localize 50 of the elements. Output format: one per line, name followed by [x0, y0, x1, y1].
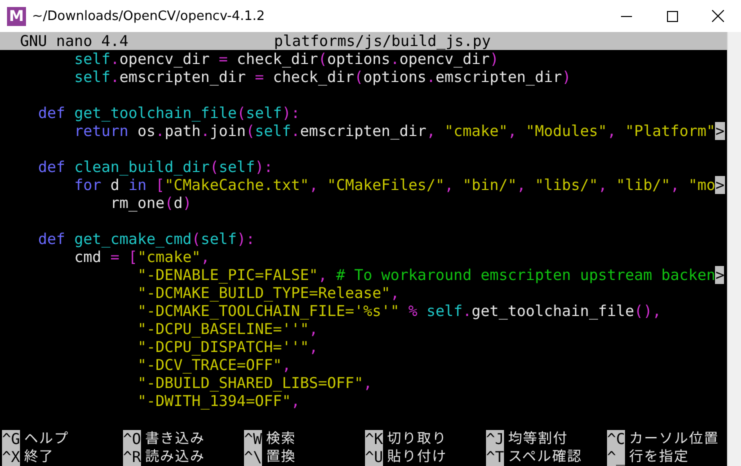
shortcut-key[interactable]: ^C — [607, 430, 626, 448]
code-line: def get_toolchain_file(self): — [37, 104, 300, 122]
code-line: "-DCPU_BASELINE=''", — [136, 320, 318, 338]
shortcut-label: 切り取り — [387, 430, 448, 448]
code-line: "-DCPU_DISPATCH=''", — [136, 338, 318, 356]
shortcut-key[interactable]: ^T — [486, 448, 504, 466]
shortcut-label: 終了 — [24, 448, 54, 466]
close-icon — [712, 10, 724, 22]
code-line: rm_one(d) — [109, 194, 192, 212]
shortcut-key[interactable]: ^\ — [244, 448, 262, 466]
shortcut-label: カーソル位置 — [629, 430, 720, 448]
overflow-marker: > — [715, 266, 724, 284]
app-version: GNU nano 4.4 — [19, 32, 130, 50]
code-line: "-DBUILD_SHARED_LIBS=OFF", — [136, 374, 372, 392]
window-title: ~/Downloads/OpenCV/opencv-4.1.2 — [32, 8, 266, 24]
shortcut-label: 検索 — [266, 430, 296, 448]
shortcut-key[interactable]: ^_ — [607, 448, 626, 466]
code-line: def get_cmake_cmd(self): — [37, 230, 255, 248]
code-line: "-DCMAKE_TOOLCHAIN_FILE='%s'" % self.get_toolchain_file(), — [136, 302, 662, 320]
code-line: "-DENABLE_PIC=FALSE", # To workaround emscripten upstream backen — [136, 266, 716, 284]
code-line: cmd = ["cmake", — [73, 248, 210, 266]
shortcut-label: 行を指定 — [629, 448, 690, 466]
code-line: "-DWITH_1394=OFF", — [136, 392, 300, 410]
shortcut-label: 均等割付 — [508, 430, 568, 448]
shortcut-label: ヘルプ — [24, 430, 70, 448]
file-name: platforms/js/build_js.py — [274, 32, 491, 50]
shortcut-label: 貼り付け — [387, 448, 448, 466]
overflow-marker: > — [715, 176, 724, 194]
shortcut-key[interactable]: ^G — [2, 430, 20, 448]
shortcut-key[interactable]: ^R — [123, 448, 142, 466]
overflow-marker: > — [715, 122, 724, 140]
shortcut-label: 置換 — [266, 448, 296, 466]
app-logo: M — [7, 6, 26, 26]
shortcut-key[interactable]: ^W — [244, 430, 262, 448]
code-line: for d in ["CMakeCache.txt", "CMakeFiles/", "bin/", "libs/", "lib/", "mo — [73, 176, 716, 194]
shortcut-label: 書き込み — [145, 430, 206, 448]
shortcut-label: 読み込み — [145, 448, 206, 466]
code-line: "-DCV_TRACE=OFF", — [136, 356, 291, 374]
shortcut-key[interactable]: ^X — [2, 448, 20, 466]
shortcut-key[interactable]: ^O — [123, 430, 142, 448]
code-line: self.emscripten_dir = check_dir(options.emscripten_dir) — [73, 68, 571, 86]
code-line: return os.path.join(self.emscripten_dir, "cmake", "Modules", "Platform" — [73, 122, 716, 140]
shortcut-label: スペル確認 — [508, 448, 582, 466]
code-line: "-DCMAKE_BUILD_TYPE=Release", — [136, 284, 400, 302]
shortcut-key[interactable]: ^J — [486, 430, 504, 448]
shortcut-key[interactable]: ^U — [365, 448, 384, 466]
code-line: self.opencv_dir = check_dir(options.opencv_dir) — [73, 50, 499, 68]
maximize-icon — [666, 10, 678, 22]
code-line: def clean_build_dir(self): — [37, 158, 273, 176]
shortcut-key[interactable]: ^K — [365, 430, 384, 448]
